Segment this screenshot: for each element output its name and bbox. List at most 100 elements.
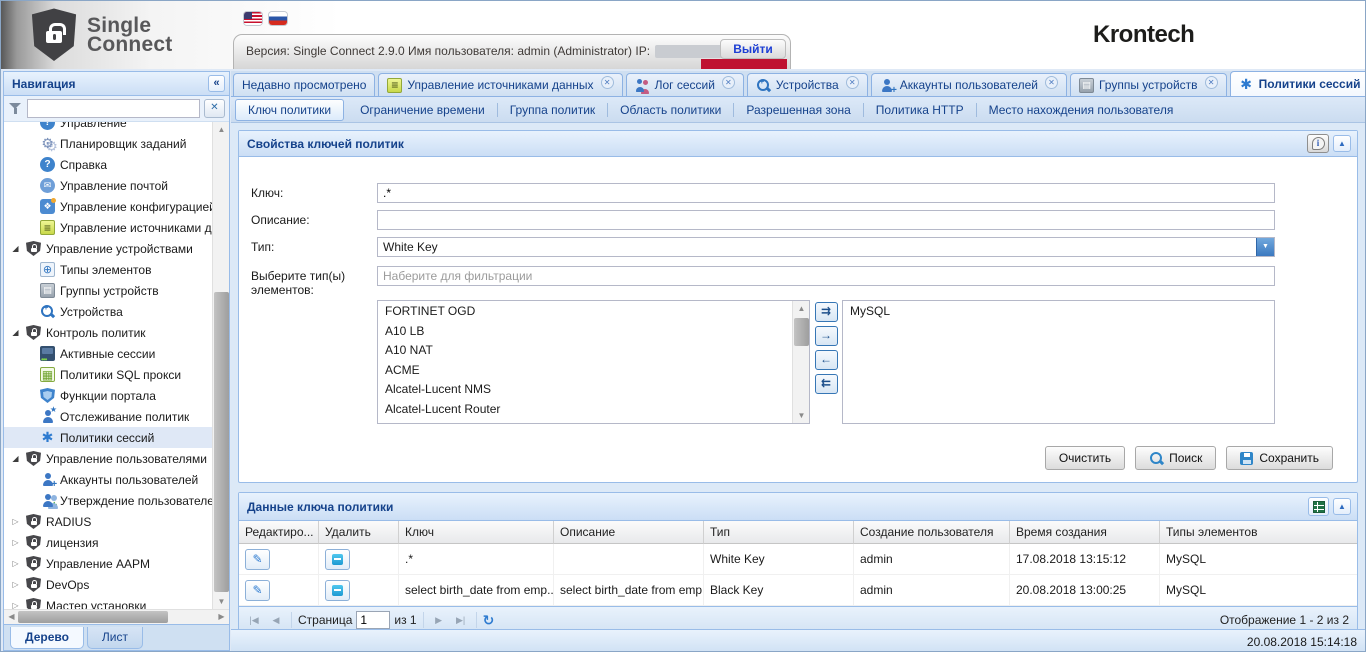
ru-flag-icon[interactable] xyxy=(269,12,287,25)
tree-item-radius[interactable]: RADIUS xyxy=(4,511,212,532)
last-page-icon[interactable]: ▶| xyxy=(452,611,470,629)
tab-devices[interactable]: Устройства✕ xyxy=(747,73,868,96)
tab-device-groups[interactable]: Группы устройств✕ xyxy=(1070,73,1227,96)
scrollbar-thumb[interactable] xyxy=(18,611,168,623)
column-header-edit[interactable]: Редактиро... xyxy=(239,521,319,544)
available-element-types-list[interactable]: FORTINET OGD A10 LB A10 NAT ACME Alcatel… xyxy=(377,300,810,424)
edit-button[interactable]: ✎ xyxy=(245,580,270,601)
tree-item-user-approval[interactable]: Утверждение пользователей xyxy=(4,490,212,511)
subtab-allowed-zone[interactable]: Разрешенная зона xyxy=(734,100,862,120)
expanded-arrow-icon[interactable] xyxy=(10,454,21,463)
refresh-icon[interactable]: ↻ xyxy=(483,612,495,629)
element-type-filter-input[interactable] xyxy=(377,266,1275,286)
tab-recently-viewed[interactable]: Недавно просмотрено xyxy=(233,73,375,96)
tab-datasource-management[interactable]: Управление источниками данных✕ xyxy=(378,73,622,96)
tree-item-active-sessions[interactable]: Активные сессии xyxy=(4,343,212,364)
subtab-http-policy[interactable]: Политика HTTP xyxy=(864,100,976,120)
column-header-description[interactable]: Описание xyxy=(554,521,704,544)
tree-item-sql-proxy-policies[interactable]: Политики SQL прокси xyxy=(4,364,212,385)
export-excel-button[interactable] xyxy=(1308,497,1329,516)
chevron-down-icon[interactable]: ▼ xyxy=(1256,238,1274,256)
collapsed-arrow-icon[interactable] xyxy=(10,580,21,589)
subtab-policy-key[interactable]: Ключ политики xyxy=(235,99,344,121)
list-vertical-scrollbar[interactable]: ▲ ▼ xyxy=(792,301,809,423)
tree-item-task-scheduler[interactable]: Планировщик заданий xyxy=(4,133,212,154)
delete-button[interactable] xyxy=(325,549,350,570)
sidebar-collapse-button[interactable]: « xyxy=(208,75,225,92)
tree-horizontal-scrollbar[interactable]: ◀ ▶ xyxy=(4,609,229,624)
tab-session-log[interactable]: Лог сессий✕ xyxy=(626,73,744,96)
expanded-arrow-icon[interactable] xyxy=(10,244,21,253)
list-item[interactable]: MySQL xyxy=(843,302,1274,322)
tree-vertical-scrollbar[interactable]: ▲ ▼ xyxy=(212,122,229,609)
tree-item-element-types[interactable]: Типы элементов xyxy=(4,259,212,280)
previous-page-icon[interactable]: ◀ xyxy=(267,611,285,629)
key-input[interactable] xyxy=(377,183,1275,203)
close-icon[interactable]: ✕ xyxy=(601,76,614,89)
add-button[interactable]: → xyxy=(815,326,838,346)
description-input[interactable] xyxy=(377,210,1275,230)
tree-item-mail-management[interactable]: Управление почтой xyxy=(4,175,212,196)
next-page-icon[interactable]: ▶ xyxy=(430,611,448,629)
filter-clear-button[interactable]: ✕ xyxy=(204,99,225,118)
tree-item-license[interactable]: лицензия xyxy=(4,532,212,553)
close-icon[interactable]: ✕ xyxy=(722,76,735,89)
tab-list[interactable]: Лист xyxy=(87,627,143,649)
selected-element-types-list[interactable]: MySQL xyxy=(842,300,1275,424)
column-header-delete[interactable]: Удалить xyxy=(319,521,399,544)
list-item[interactable]: Alcatel-Lucent Router xyxy=(378,400,792,420)
type-select[interactable]: White Key ▼ xyxy=(377,237,1275,257)
tree-item-device-groups[interactable]: Группы устройств xyxy=(4,280,212,301)
list-item[interactable]: Alcatel-Lucent NMS xyxy=(378,380,792,400)
tab-session-policies[interactable]: Политики сессий✕ xyxy=(1230,71,1366,96)
collapse-panel-button[interactable]: ▲ xyxy=(1333,498,1351,515)
tree-item-portal-functions[interactable]: Функции портала xyxy=(4,385,212,406)
subtab-policy-group[interactable]: Группа политик xyxy=(498,100,607,120)
add-all-button[interactable]: ⇉ xyxy=(815,302,838,322)
info-button[interactable]: i xyxy=(1307,134,1329,153)
tree-item-aapm-management[interactable]: Управление AAPM xyxy=(4,553,212,574)
scroll-down-icon[interactable]: ▼ xyxy=(213,594,229,609)
tree-item-policy-tracking[interactable]: Отслеживание политик xyxy=(4,406,212,427)
list-item[interactable]: ACME xyxy=(378,361,792,381)
column-header-created-at[interactable]: Время создания xyxy=(1010,521,1160,544)
scroll-up-icon[interactable]: ▲ xyxy=(793,301,810,316)
column-header-element-types[interactable]: Типы элементов xyxy=(1160,521,1357,544)
column-header-created-by[interactable]: Создание пользователя xyxy=(854,521,1010,544)
scroll-left-icon[interactable]: ◀ xyxy=(4,610,19,624)
collapsed-arrow-icon[interactable] xyxy=(10,538,21,547)
tree-item-help[interactable]: Справка xyxy=(4,154,212,175)
collapsed-arrow-icon[interactable] xyxy=(10,559,21,568)
close-icon[interactable]: ✕ xyxy=(1205,76,1218,89)
tree-filter-input[interactable] xyxy=(27,99,200,118)
close-icon[interactable]: ✕ xyxy=(846,76,859,89)
remove-all-button[interactable]: ⇇ xyxy=(815,374,838,394)
tree-item-devices[interactable]: Устройства xyxy=(4,301,212,322)
scroll-right-icon[interactable]: ▶ xyxy=(214,610,229,624)
list-item[interactable]: FORTINET OGD xyxy=(378,302,792,322)
tree-item-user-accounts[interactable]: Аккаунты пользователей xyxy=(4,469,212,490)
collapse-panel-button[interactable]: ▲ xyxy=(1333,135,1351,152)
clear-button[interactable]: Очистить xyxy=(1045,446,1125,470)
column-header-type[interactable]: Тип xyxy=(704,521,854,544)
save-button[interactable]: Сохранить xyxy=(1226,446,1333,470)
edit-button[interactable]: ✎ xyxy=(245,549,270,570)
scrollbar-thumb[interactable] xyxy=(794,318,809,346)
delete-button[interactable] xyxy=(325,580,350,601)
scroll-up-icon[interactable]: ▲ xyxy=(213,122,229,137)
column-header-key[interactable]: Ключ xyxy=(399,521,554,544)
subtab-time-restriction[interactable]: Ограничение времени xyxy=(348,100,497,120)
search-button[interactable]: Поиск xyxy=(1135,446,1216,470)
tab-tree[interactable]: Дерево xyxy=(10,627,84,649)
tree-item-session-policies[interactable]: Политики сессий xyxy=(4,427,212,448)
logout-button[interactable]: Выйти xyxy=(720,39,786,59)
tree-item-user-management[interactable]: Управление пользователями xyxy=(4,448,212,469)
collapsed-arrow-icon[interactable] xyxy=(10,517,21,526)
list-item[interactable]: A10 NAT xyxy=(378,341,792,361)
scroll-down-icon[interactable]: ▼ xyxy=(793,408,810,423)
tree-item[interactable]: Управление xyxy=(4,122,212,133)
tree-item-setup-wizard[interactable]: Мастер установки xyxy=(4,595,212,609)
tree-item-policy-control[interactable]: Контроль политик xyxy=(4,322,212,343)
subtab-user-location[interactable]: Место нахождения пользователя xyxy=(977,100,1186,120)
tree-item-device-management[interactable]: Управление устройствами xyxy=(4,238,212,259)
